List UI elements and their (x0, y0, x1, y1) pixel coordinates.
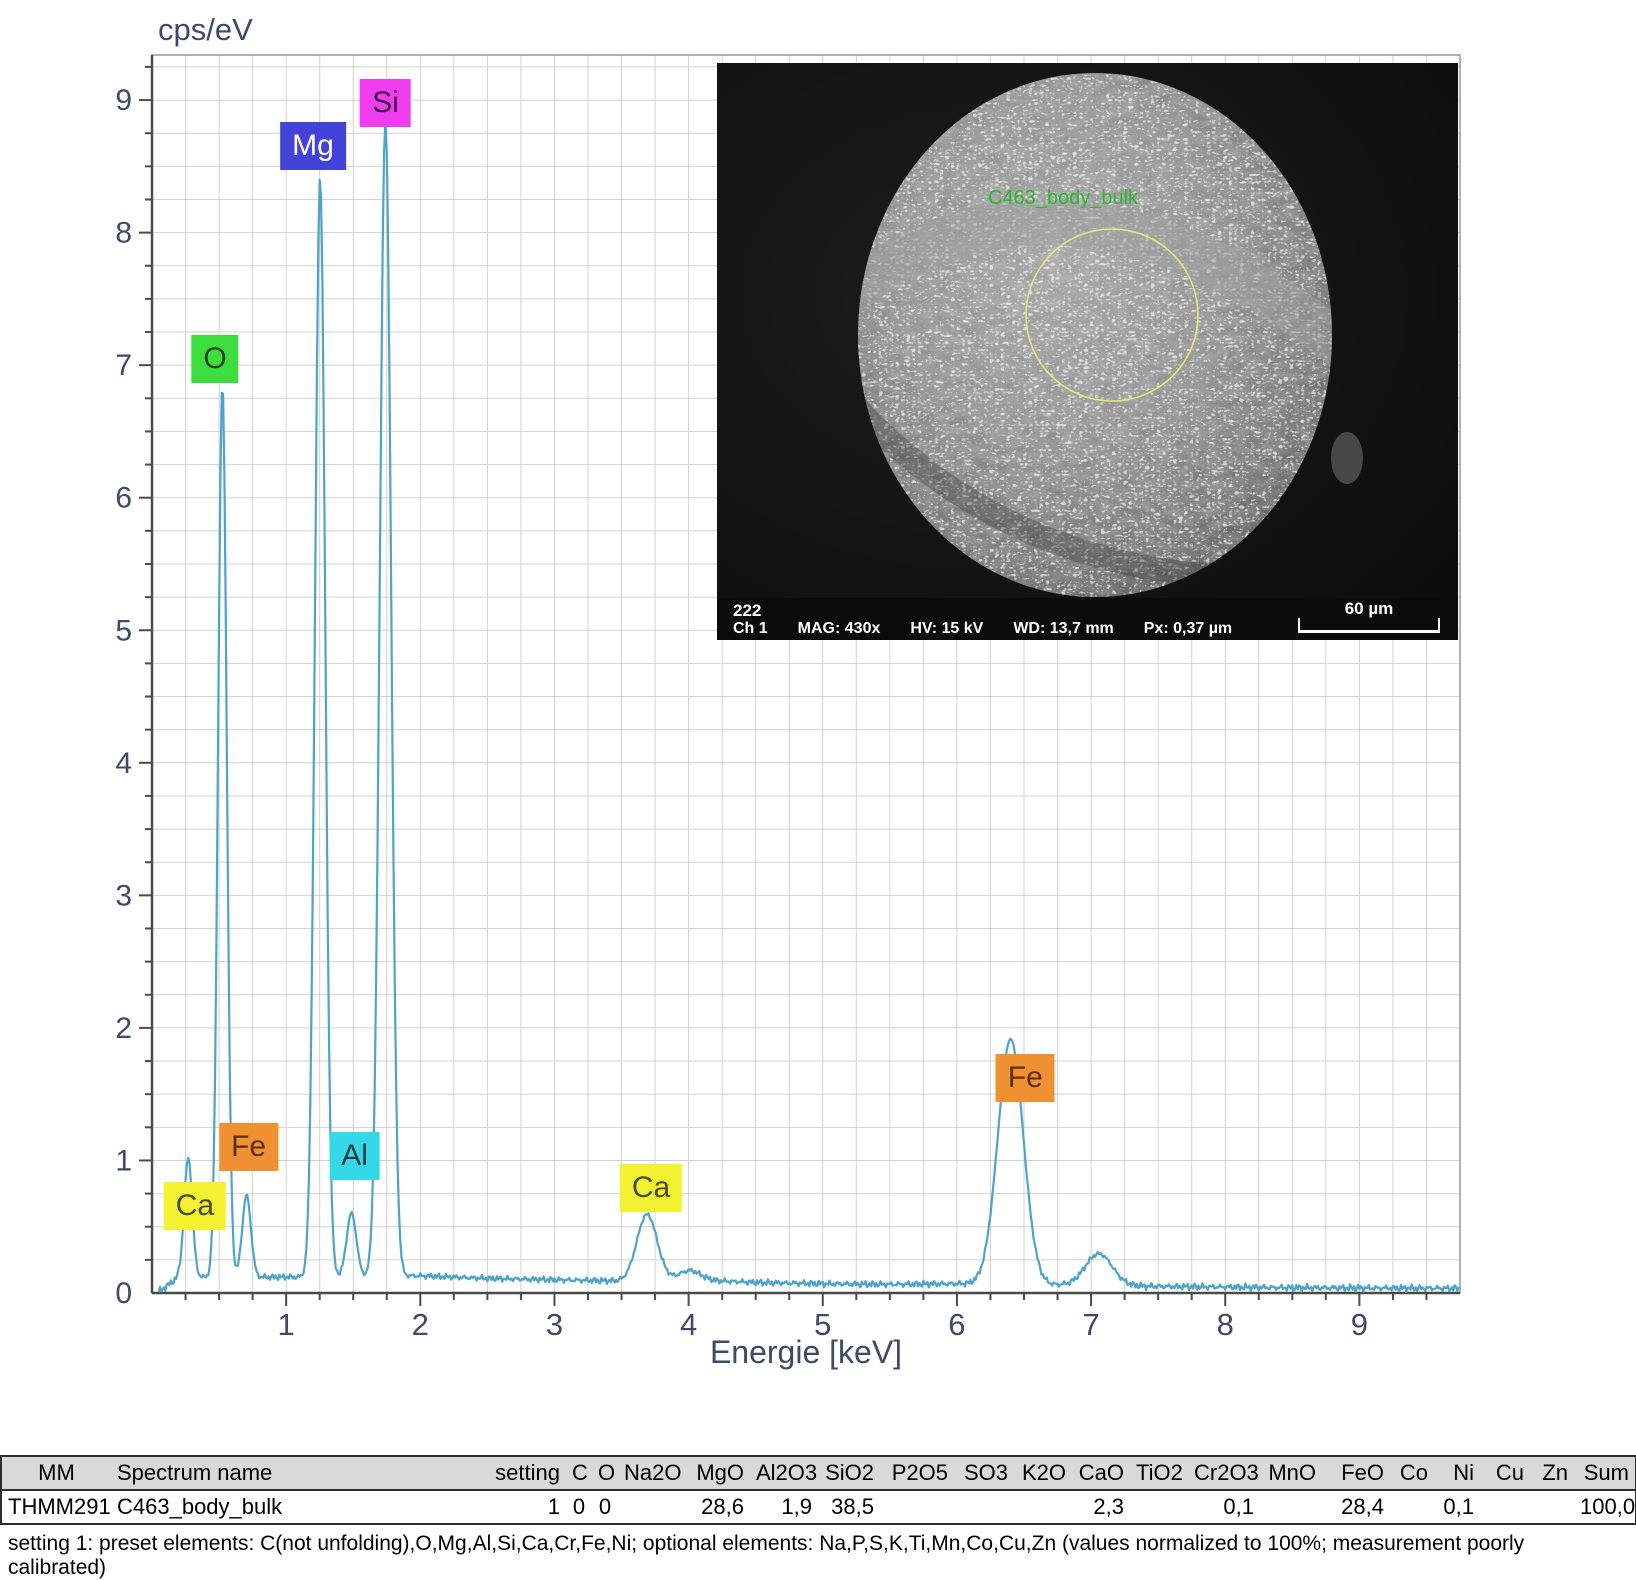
sem-magnification: MAG: 430x (797, 620, 881, 637)
sem-particle-image (717, 63, 1458, 640)
column-header-so3: SO3 (963, 1460, 1008, 1485)
table-cell: C463_body_bulk (117, 1494, 283, 1519)
results-table-body: THMM291 C463_body_bulk 1 0 0 28,6 1,9 38,5 2,3 0,… (1, 1490, 1636, 1524)
table-cell: 100,0 (1580, 1494, 1636, 1519)
measurement-region-label: C463_body_bulk (987, 187, 1139, 209)
scale-bar-line (1298, 618, 1440, 633)
svg-text:3: 3 (115, 879, 132, 912)
table-cell (1390, 1490, 1434, 1524)
svg-text:6: 6 (115, 482, 132, 515)
scale-bar: 60 µm (1294, 598, 1444, 638)
column-header-spectrum-name: Spectrum name (117, 1460, 273, 1485)
svg-text:0: 0 (115, 1277, 132, 1310)
column-header-zn: Zn (1542, 1460, 1568, 1485)
table-cell: 1,9 (781, 1494, 812, 1519)
table-cell (880, 1490, 954, 1524)
table-cell (618, 1490, 686, 1524)
sem-particle-protrusion (1331, 432, 1363, 484)
scale-bar-label: 60 µm (1344, 599, 1394, 618)
element-label-o: O (191, 334, 239, 383)
table-cell: 28,4 (1341, 1494, 1384, 1519)
column-header-c: C (572, 1460, 588, 1485)
spectrum-chart-area: cps/eV 1234567890123456789 Energie [keV] (0, 0, 1636, 1455)
column-header-tio2: TiO2 (1136, 1460, 1183, 1485)
column-header-mgo: MgO (696, 1460, 744, 1485)
svg-text:5: 5 (115, 614, 132, 647)
settings-note: setting 1: preset elements: C(not unfold… (8, 1532, 1525, 1579)
column-header-mno: MnO (1268, 1460, 1316, 1485)
table-cell (1014, 1490, 1072, 1524)
table-cell: 0 (598, 1494, 612, 1519)
column-header-cu: Cu (1495, 1460, 1524, 1485)
table-cell: THMM291 (8, 1494, 111, 1519)
table-cell: 28,6 (701, 1494, 744, 1519)
element-label-fe: Fe (219, 1123, 279, 1172)
table-cell (1130, 1490, 1188, 1524)
svg-text:2: 2 (115, 1012, 132, 1045)
column-header-feo: FeO (1341, 1460, 1384, 1485)
table-row: THMM291 C463_body_bulk 1 0 0 28,6 1,9 38,5 2,3 0,… (1, 1490, 1636, 1524)
sem-high-voltage: HV: 15 kV (910, 620, 984, 637)
svg-text:1: 1 (115, 1144, 132, 1177)
element-label-si: Si (360, 78, 411, 127)
column-header-sio2: SiO2 (825, 1460, 874, 1485)
table-cell: 0,1 (1223, 1494, 1254, 1519)
svg-text:4: 4 (115, 747, 132, 780)
sem-working-distance: WD: 13,7 mm (1013, 620, 1114, 637)
column-header-o: O (598, 1460, 616, 1485)
column-header-sum: Sum (1583, 1460, 1629, 1485)
sem-channel: Ch 1 (733, 620, 768, 637)
element-label-mg: Mg (280, 122, 346, 171)
table-cell (1480, 1490, 1530, 1524)
element-label-al: Al (329, 1132, 380, 1181)
table-cell (954, 1490, 1014, 1524)
element-label-ca: Ca (163, 1181, 227, 1230)
sem-image-inset: C463_body_bulk 222 Ch 1 MAG: 430x HV: 15… (717, 63, 1458, 640)
svg-text:9: 9 (115, 84, 132, 117)
table-cell: 0 (572, 1494, 586, 1519)
column-header-na2o: Na2O (624, 1460, 682, 1485)
sem-frame-id: 222 (733, 601, 762, 620)
table-cell: 1 (547, 1494, 560, 1519)
sem-pixel-size: Px: 0,37 µm (1143, 620, 1233, 637)
x-axis-title: Energie [keV] (709, 1334, 903, 1370)
column-header-co: Co (1399, 1460, 1428, 1485)
column-header-k2o: K2O (1021, 1460, 1066, 1485)
column-header-mm: MM (38, 1460, 75, 1485)
column-header-setting: setting (495, 1460, 560, 1485)
element-label-ca: Ca (619, 1164, 683, 1213)
column-header-cao: CaO (1078, 1460, 1124, 1485)
column-header-cr2o3: Cr2O3 (1194, 1460, 1259, 1485)
table-cell: 38,5 (831, 1494, 874, 1519)
svg-text:8: 8 (115, 217, 132, 250)
results-table-header: MM Spectrum name setting C O Na2O MgO Al2O3 SiO2… (1, 1456, 1636, 1490)
table-cell: 2,3 (1093, 1494, 1124, 1519)
column-header-al2o3: Al2O3 (756, 1460, 818, 1485)
table-cell (1530, 1490, 1574, 1524)
column-header-ni: Ni (1453, 1460, 1474, 1485)
svg-text:7: 7 (115, 349, 132, 382)
table-cell (1260, 1490, 1322, 1524)
element-label-fe: Fe (995, 1054, 1055, 1103)
results-table: MM Spectrum name setting C O Na2O MgO Al2O3 SiO2… (0, 1455, 1636, 1525)
column-header-p2o5: P2O5 (891, 1460, 948, 1485)
table-cell: 0,1 (1443, 1494, 1474, 1519)
sem-info-bar: 222 Ch 1 MAG: 430x HV: 15 kV WD: 13,7 mm… (717, 598, 1458, 640)
sem-metadata-row: Ch 1 MAG: 430x HV: 15 kV WD: 13,7 mm Px:… (733, 620, 1232, 638)
